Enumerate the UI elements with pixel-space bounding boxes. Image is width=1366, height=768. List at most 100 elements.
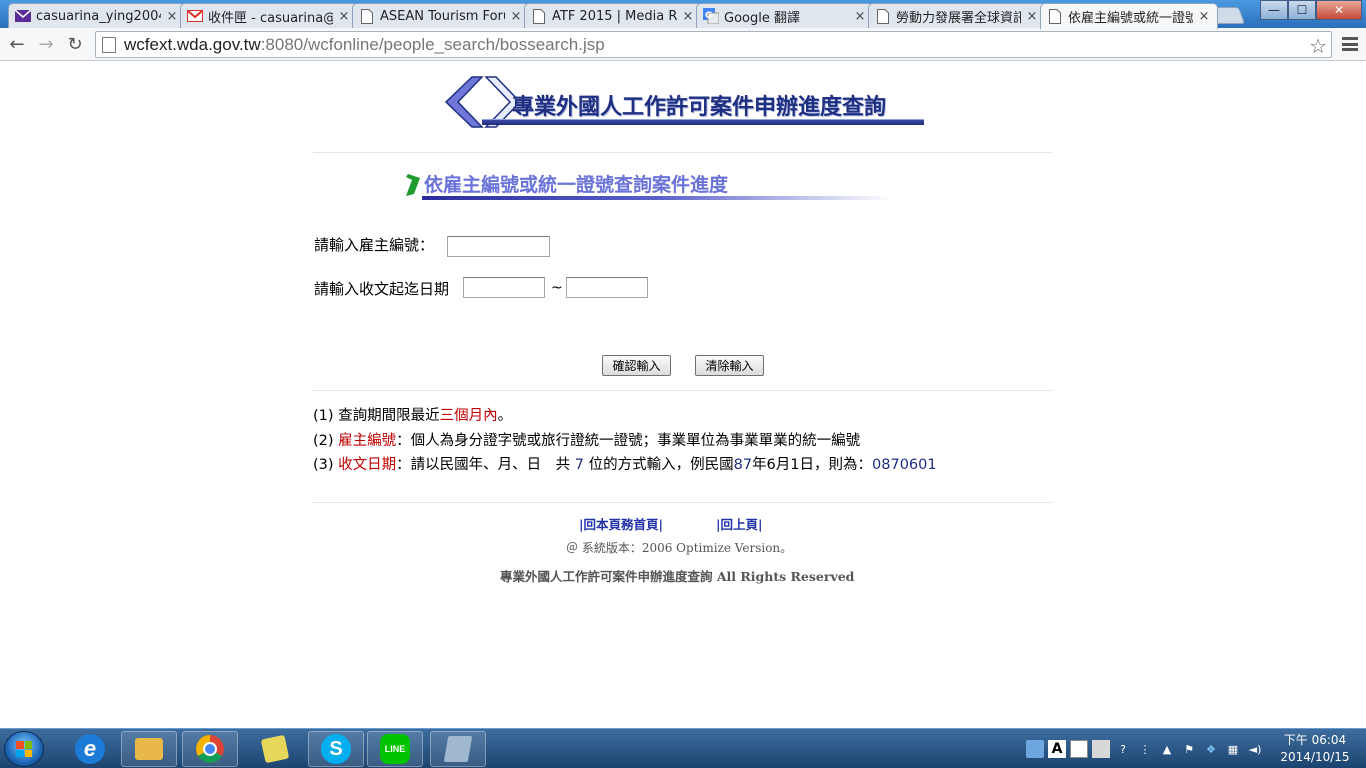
tab-gmail[interactable]: 收件匣 - casuarina@ × [180, 3, 358, 28]
page-icon [1047, 9, 1063, 25]
tab-yahoo-mail[interactable]: casuarina_ying2004 × [8, 3, 186, 28]
clock[interactable]: 下午 06:04 2014/10/15 [1270, 732, 1360, 766]
windows-taskbar: e S LINE A ? ⋮ ▲ ⚑ ❖ ▦ ◄) 下午 06:04 2014/… [0, 728, 1366, 768]
copyright-text: 專業外國人工作許可案件申辦進度查詢 All Rights Reserved [500, 569, 855, 584]
ime-shape-icon[interactable] [1070, 740, 1088, 758]
line-icon: LINE [380, 734, 410, 764]
tab-title: 勞動力發展署全球資訊 [896, 10, 1021, 26]
section-heading: 依雇主編號或統一證號查詢案件進度 [406, 169, 896, 201]
version-text: ＠ 系統版本：2006 Optimize Version。 [566, 541, 793, 555]
page-icon [359, 8, 375, 24]
note-2: (2) 雇主編號：個人為身分證字號或旅行證統一證號；事業單位為事業單業的統一編號 [313, 433, 861, 449]
page-title: 專業外國人工作許可案件申辦進度查詢 [512, 95, 887, 120]
taskbar-skype[interactable]: S [308, 731, 364, 767]
tab-title: ATF 2015 | Media Re [552, 8, 677, 24]
divider [313, 502, 1053, 503]
close-icon[interactable]: × [165, 9, 179, 24]
section-title: 依雇主編號或統一證號查詢案件進度 [424, 174, 729, 196]
google-translate-icon: G [703, 8, 719, 24]
tab-title: Google 翻譯 [724, 10, 800, 26]
tab-title: 收件匣 - casuarina@ [208, 10, 333, 26]
sticky-notes-icon [260, 734, 290, 764]
employer-id-input[interactable] [447, 236, 550, 257]
divider [313, 152, 1053, 153]
internet-explorer-icon: e [75, 734, 105, 764]
tab-wda-site[interactable]: 勞動力發展署全球資訊 × [868, 3, 1046, 28]
page-content: 專業外國人工作許可案件申辦進度查詢 依雇主編號或統一證號查詢案件進度 請輸入雇主… [0, 62, 1366, 728]
system-tray: A ? ⋮ ▲ ⚑ ❖ ▦ ◄) [1024, 729, 1266, 768]
bookmark-star-icon[interactable]: ☆ [1309, 34, 1327, 58]
svg-text:G: G [705, 11, 712, 21]
windows-logo-icon [16, 741, 32, 757]
employer-id-label: 請輸入雇主編號： [314, 236, 435, 254]
page-icon [102, 36, 116, 53]
window-controls: — ☐ ✕ [1260, 0, 1362, 20]
tab-atf-media[interactable]: ATF 2015 | Media Re × [524, 3, 702, 28]
dropbox-icon[interactable]: ❖ [1202, 740, 1220, 758]
browser-toolbar: ← → ↻ wcfext.wda.gov.tw:8080/wcfonline/p… [0, 28, 1366, 61]
taskbar-chrome[interactable] [182, 731, 238, 767]
page-banner: 專業外國人工作許可案件申辦進度查詢 [442, 75, 924, 129]
taskbar-sticky-notes[interactable] [247, 731, 303, 767]
close-window-button[interactable]: ✕ [1316, 0, 1362, 20]
close-icon[interactable]: × [509, 9, 523, 24]
date-separator: ~ [551, 280, 563, 296]
close-icon[interactable]: × [1197, 9, 1211, 24]
taskbar-notepad[interactable] [430, 731, 486, 767]
back-link[interactable]: |回上頁| [716, 514, 763, 533]
section-underline [422, 196, 892, 200]
divider [313, 390, 1053, 391]
tab-google-translate[interactable]: G Google 翻譯 × [696, 3, 874, 28]
chrome-menu-button[interactable] [1340, 34, 1360, 54]
minimize-button[interactable]: — [1260, 0, 1288, 20]
tab-asean-tourism[interactable]: ASEAN Tourism Foru × [352, 3, 530, 28]
date-to-input[interactable] [566, 277, 648, 298]
tab-strip: casuarina_ying2004 × 收件匣 - casuarina@ × … [0, 0, 1366, 29]
show-hidden-icons-icon[interactable]: ▲ [1158, 740, 1176, 758]
tab-title: casuarina_ying2004 [36, 8, 161, 24]
note-1: (1) 查詢期間限最近三個月內。 [313, 408, 513, 424]
notepad-icon [443, 736, 473, 762]
clear-button[interactable]: 清除輸入 [695, 355, 764, 376]
ime-keyboard-icon[interactable] [1092, 740, 1110, 758]
ime-mode-icon[interactable]: A [1048, 740, 1066, 758]
help-icon[interactable]: ? [1114, 740, 1132, 758]
tab-title: ASEAN Tourism Foru [380, 8, 505, 24]
date-from-input[interactable] [463, 277, 545, 298]
network-icon[interactable]: ▦ [1224, 740, 1242, 758]
tab-title: 依雇主編號或統一證號 [1068, 11, 1193, 26]
ime-options-icon[interactable]: ⋮ [1136, 740, 1154, 758]
url-text[interactable]: wcfext.wda.gov.tw:8080/wcfonline/people_… [124, 35, 605, 55]
reload-button[interactable]: ↻ [63, 32, 87, 56]
action-center-flag-icon[interactable]: ⚑ [1180, 740, 1198, 758]
file-explorer-icon [135, 738, 163, 760]
taskbar-line[interactable]: LINE [367, 731, 423, 767]
start-button[interactable] [4, 731, 44, 767]
taskbar-explorer[interactable] [121, 731, 177, 767]
note-3: (3) 收文日期：請以民國年、月、日 共 7 位的方式輸入，例民國87年6月1日… [313, 457, 937, 473]
close-icon[interactable]: × [681, 9, 695, 24]
ime-icon[interactable] [1026, 740, 1044, 758]
clock-time: 下午 06:04 [1283, 733, 1347, 747]
home-link[interactable]: |回本頁務首頁| [579, 514, 663, 533]
maximize-button[interactable]: ☐ [1288, 0, 1316, 20]
page-icon [875, 8, 891, 24]
gmail-icon [187, 8, 203, 24]
page-icon [531, 8, 547, 24]
close-icon[interactable]: × [853, 9, 867, 24]
volume-icon[interactable]: ◄) [1246, 740, 1264, 758]
green-arrow-icon [406, 174, 420, 196]
taskbar-ie[interactable]: e [62, 731, 118, 767]
date-range-label: 請輸入收文起迄日期 [314, 280, 450, 298]
chrome-icon [196, 735, 224, 763]
yahoo-mail-icon [15, 8, 31, 24]
clock-date: 2014/10/15 [1280, 750, 1350, 764]
close-icon[interactable]: × [337, 9, 351, 24]
confirm-button[interactable]: 確認輸入 [602, 355, 671, 376]
skype-icon: S [321, 734, 351, 764]
address-bar[interactable]: wcfext.wda.gov.tw:8080/wcfonline/people_… [95, 31, 1332, 58]
forward-button[interactable]: → [34, 32, 58, 56]
tab-boss-search[interactable]: 依雇主編號或統一證號 × [1040, 3, 1218, 29]
back-button[interactable]: ← [5, 32, 29, 56]
close-icon[interactable]: × [1025, 9, 1039, 24]
